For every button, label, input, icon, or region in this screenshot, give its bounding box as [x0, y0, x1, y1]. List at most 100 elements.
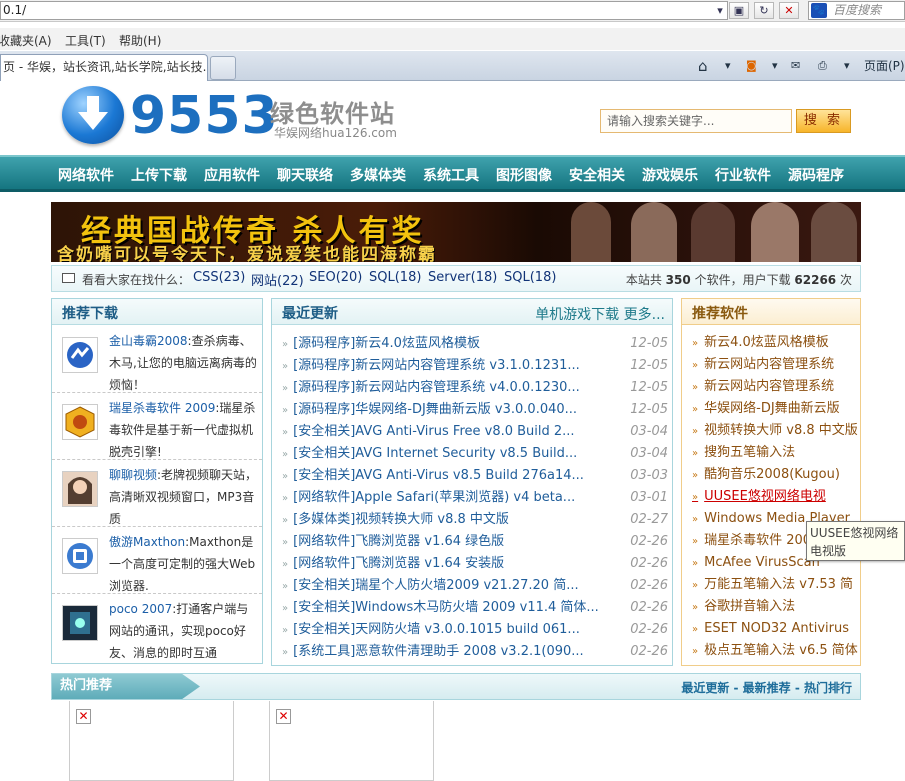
rss-dropdown-icon[interactable]: ▾ [772, 57, 778, 75]
software-item[interactable]: » 万能五笔输入法 v7.53 简 [692, 574, 860, 596]
news-row[interactable]: » [安全相关]天网防火墙 v3.0.0.1015 build 061... 02-… [282, 619, 668, 641]
nav-item[interactable]: 游戏娱乐 [642, 165, 698, 185]
address-input[interactable]: 0.1/ [0, 1, 728, 20]
game-banner[interactable]: 经典国战传奇 杀人有奖 含奶嘴可以号令天下，爱说爱笑也能四海称霸 [51, 202, 861, 262]
news-row[interactable]: » [源码程序]新云4.0炫蓝风格模板 12-05 [282, 333, 668, 355]
news-title[interactable]: [源码程序]新云网站内容管理系统 v3.1.0.1231... [293, 358, 580, 373]
news-row[interactable]: » [网络软件]飞腾浏览器 v1.64 绿色版 02-26 [282, 531, 668, 553]
software-name[interactable]: 谷歌拼音输入法 [704, 599, 795, 614]
software-name[interactable]: 酷狗音乐2008(Kugou) [704, 467, 840, 482]
software-item[interactable]: » 华娱网络-DJ舞曲新云版 [692, 398, 860, 420]
software-item[interactable]: » 极点五笔输入法 v6.5 简体 [692, 640, 860, 662]
news-row[interactable]: » [网络软件]飞腾浏览器 v1.64 安装版 02-26 [282, 553, 668, 575]
hot-tabs[interactable]: 最近更新 - 最新推荐 - 热门排行 [681, 679, 852, 696]
image-placeholder[interactable]: ✕ [69, 701, 234, 781]
software-item[interactable]: » 新云网站内容管理系统 [692, 376, 860, 398]
software-item[interactable]: » 视频转换大师 v8.8 中文版 [692, 420, 860, 442]
news-title[interactable]: [多媒体类]视频转换大师 v8.8 中文版 [293, 512, 509, 527]
software-name[interactable]: McAfee VirusScan [704, 555, 820, 570]
software-name[interactable]: 瑞星杀毒软件 200 [704, 533, 811, 548]
software-item[interactable]: » 谷歌拼音输入法 [692, 596, 860, 618]
list-item[interactable]: poco 2007:打通客户端与网站的通讯，实现poco好友、消息的即时互通 [52, 595, 262, 661]
menu-help[interactable]: 帮助(H) [119, 32, 161, 49]
item-name[interactable]: poco 2007 [109, 602, 172, 616]
news-row[interactable]: » [源码程序]华娱网络-DJ舞曲新云版 v3.0.0.040... 12-05 [282, 399, 668, 421]
list-item[interactable]: 瑞星杀毒软件 2009:瑞星杀毒软件是基于新一代虚拟机脱壳引擎! [52, 394, 262, 460]
page-menu[interactable]: 页面(P) [864, 57, 905, 75]
news-title[interactable]: [源码程序]华娱网络-DJ舞曲新云版 v3.0.0.040... [293, 402, 577, 417]
item-name[interactable]: 聊聊视频 [109, 468, 157, 482]
news-title[interactable]: [安全相关]AVG Internet Security v8.5 Build..… [293, 446, 577, 461]
menu-favorites[interactable]: 收藏夹(A) [0, 32, 52, 49]
news-title[interactable]: [网络软件]Apple Safari(苹果浏览器) v4 beta... [293, 490, 575, 505]
keyword-link[interactable]: SEO(20) [309, 270, 362, 285]
nav-item[interactable]: 应用软件 [204, 165, 260, 185]
keyword-link[interactable]: Server(18) [428, 270, 497, 285]
item-name[interactable]: 金山毒霸2008 [109, 334, 188, 348]
software-name[interactable]: ESET NOD32 Antivirus [704, 621, 849, 636]
keyword-link[interactable]: CSS(23) [193, 270, 245, 285]
mail-icon[interactable]: ✉ [791, 57, 800, 75]
news-title[interactable]: [源码程序]新云网站内容管理系统 v4.0.0.1230... [293, 380, 580, 395]
stop-icon[interactable]: ✕ [779, 2, 799, 19]
compat-view-icon[interactable]: ▣ [729, 2, 749, 19]
nav-item[interactable]: 图形图像 [496, 165, 552, 185]
software-item[interactable]: » UUSEE悠视网络电视 [692, 486, 860, 508]
software-name[interactable]: UUSEE悠视网络电视 [704, 489, 826, 504]
news-row[interactable]: » [安全相关]瑞星个人防火墙2009 v21.27.20 简... 02-26 [282, 575, 668, 597]
software-item[interactable]: » 搜狗五笔输入法 [692, 442, 860, 464]
news-row[interactable]: » [源码程序]新云网站内容管理系统 v3.1.0.1231... 12-05 [282, 355, 668, 377]
news-title[interactable]: [安全相关]AVG Anti-Virus v8.5 Build 276a14..… [293, 468, 584, 483]
news-row[interactable]: » [安全相关]AVG Internet Security v8.5 Build.… [282, 443, 668, 465]
nav-item[interactable]: 多媒体类 [350, 165, 406, 185]
browser-tab[interactable]: 页 - 华娱，站长资讯,站长学院,站长技... [0, 54, 208, 81]
nav-item[interactable]: 网络软件 [58, 165, 114, 185]
news-title[interactable]: [源码程序]新云4.0炫蓝风格模板 [293, 336, 480, 351]
site-search-input[interactable]: 请输入搜索关键字... [600, 109, 792, 133]
print-icon[interactable]: ⎙ [818, 57, 827, 75]
software-name[interactable]: 万能五笔输入法 v7.53 简 [704, 577, 853, 592]
software-item[interactable]: » 新云网站内容管理系统 [692, 354, 860, 376]
menu-tools[interactable]: 工具(T) [65, 32, 106, 49]
keyword-link[interactable]: SQL(18) [504, 270, 556, 285]
news-row[interactable]: » [安全相关]AVG Anti-Virus Free v8.0 Build 2.… [282, 421, 668, 443]
refresh-icon[interactable]: ↻ [754, 2, 774, 19]
nav-item[interactable]: 上传下载 [131, 165, 187, 185]
news-row[interactable]: » [源码程序]新云网站内容管理系统 v4.0.0.1230... 12-05 [282, 377, 668, 399]
nav-item[interactable]: 系统工具 [423, 165, 479, 185]
rss-icon[interactable]: ◙ [746, 57, 757, 75]
nav-item[interactable]: 行业软件 [715, 165, 771, 185]
nav-item[interactable]: 源码程序 [788, 165, 844, 185]
home-icon[interactable]: ⌂ [698, 57, 708, 75]
news-title[interactable]: [系统工具]恶意软件清理助手 2008 v3.2.1(090... [293, 644, 584, 659]
software-name[interactable]: 新云网站内容管理系统 [704, 357, 834, 372]
news-title[interactable]: [安全相关]瑞星个人防火墙2009 v21.27.20 简... [293, 578, 578, 593]
software-item[interactable]: » 酷狗音乐2008(Kugou) [692, 464, 860, 486]
nav-item[interactable]: 聊天联络 [277, 165, 333, 185]
news-title[interactable]: [安全相关]Windows木马防火墙 2009 v11.4 简体... [293, 600, 599, 615]
print-dropdown-icon[interactable]: ▾ [844, 57, 850, 75]
news-row[interactable]: » [安全相关]AVG Anti-Virus v8.5 Build 276a14.… [282, 465, 668, 487]
more-link[interactable]: 单机游戏下载 更多... [535, 304, 665, 324]
news-row[interactable]: » [网络软件]Apple Safari(苹果浏览器) v4 beta... 03-… [282, 487, 668, 509]
software-name[interactable]: 新云4.0炫蓝风格模板 [704, 335, 829, 350]
news-row[interactable]: » [系统工具]恶意软件清理助手 2008 v3.2.1(090... 02-26 [282, 641, 668, 663]
news-row[interactable]: » [多媒体类]视频转换大师 v8.8 中文版 02-27 [282, 509, 668, 531]
news-title[interactable]: [安全相关]AVG Anti-Virus Free v8.0 Build 2..… [293, 424, 574, 439]
software-name[interactable]: 华娱网络-DJ舞曲新云版 [704, 401, 840, 416]
image-placeholder[interactable]: ✕ [269, 701, 434, 781]
home-dropdown-icon[interactable]: ▾ [725, 57, 731, 75]
list-item[interactable]: 聊聊视频:老牌视频聊天站，高清晰双视频窗口，MP3音质 [52, 461, 262, 527]
software-name[interactable]: 极点五笔输入法 v6.5 简体 [704, 643, 858, 658]
site-search-button[interactable]: 搜 索 [796, 109, 851, 133]
list-item[interactable]: 金山毒霸2008:查杀病毒、木马,让您的电脑远离病毒的烦恼！ [52, 327, 262, 393]
news-title[interactable]: [网络软件]飞腾浏览器 v1.64 安装版 [293, 556, 504, 571]
keyword-link[interactable]: SQL(18) [369, 270, 421, 285]
browser-search-box[interactable]: 🐾 百度搜索 [808, 1, 905, 20]
software-item[interactable]: » ESET NOD32 Antivirus [692, 618, 860, 640]
news-row[interactable]: » [安全相关]Windows木马防火墙 2009 v11.4 简体... 02-2… [282, 597, 668, 619]
new-tab-button[interactable] [210, 56, 236, 80]
news-title[interactable]: [网络软件]飞腾浏览器 v1.64 绿色版 [293, 534, 504, 549]
address-dropdown-icon[interactable]: ▾ [714, 3, 726, 20]
item-name[interactable]: 瑞星杀毒软件 2009 [109, 401, 215, 415]
